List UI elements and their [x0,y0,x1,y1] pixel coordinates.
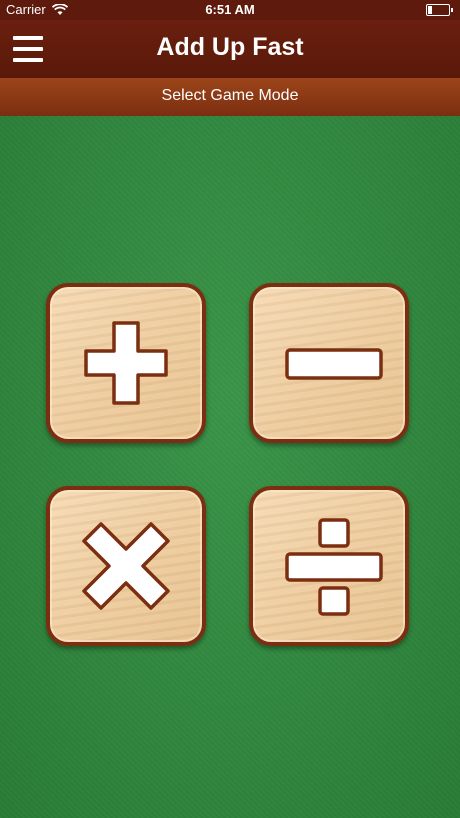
mode-header: Select Game Mode [0,78,460,116]
mode-header-title: Select Game Mode [161,87,299,104]
addition-mode-button[interactable] [46,283,206,443]
subtraction-mode-button[interactable] [249,283,409,443]
battery-level [428,6,432,14]
felt-background [0,116,460,818]
divide-icon [285,518,383,616]
plus-icon [84,321,168,405]
status-bar: Carrier 6:51 AM [0,0,460,20]
nav-bar: Add Up Fast [0,20,460,78]
multiply-icon [82,522,170,610]
division-mode-button[interactable] [249,486,409,646]
minus-icon [285,348,383,380]
app-title: Add Up Fast [156,33,304,61]
multiplication-mode-button[interactable] [46,486,206,646]
battery-icon [426,4,453,16]
status-time: 6:51 AM [205,2,255,17]
